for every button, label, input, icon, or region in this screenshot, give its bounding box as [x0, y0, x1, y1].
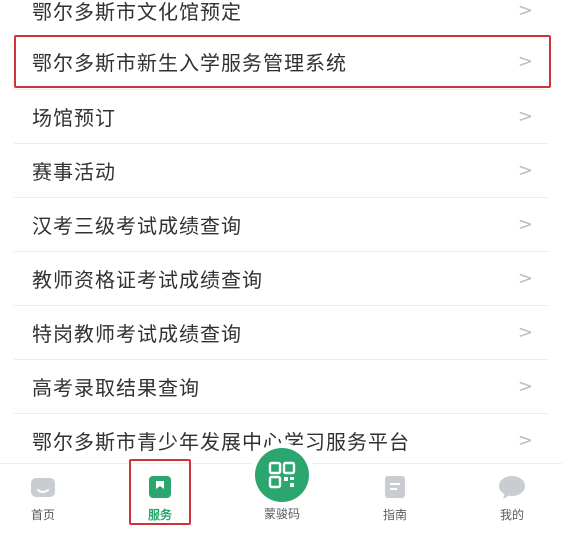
- list-item[interactable]: 教师资格证考试成绩查询 >: [14, 252, 551, 305]
- chevron-right-icon: >: [517, 430, 533, 451]
- chevron-right-icon: >: [517, 322, 533, 343]
- qrcode-button[interactable]: [250, 443, 314, 507]
- list-item[interactable]: 汉考三级考试成绩查询 >: [14, 198, 551, 251]
- chat-bubble-icon: [497, 474, 527, 500]
- tab-service[interactable]: 服务: [120, 464, 200, 533]
- list-item-label: 鄂尔多斯市文化馆预定: [32, 0, 242, 24]
- chevron-right-icon: >: [517, 0, 533, 21]
- list-item-label: 教师资格证考试成绩查询: [32, 268, 263, 292]
- chevron-right-icon: >: [517, 376, 533, 397]
- list-item[interactable]: 鄂尔多斯市文化馆预定 >: [14, 0, 551, 37]
- list-item-label: 特岗教师考试成绩查询: [32, 322, 242, 346]
- list-item-label: 汉考三级考试成绩查询: [32, 214, 242, 238]
- list-item[interactable]: 赛事活动 >: [14, 144, 551, 197]
- tab-mine[interactable]: 我的: [472, 464, 552, 533]
- list-item[interactable]: 场馆预订 >: [14, 90, 551, 143]
- tab-service-label: 服务: [147, 508, 172, 522]
- chevron-right-icon: >: [517, 106, 533, 127]
- list-item-label: 鄂尔多斯市青少年发展中心学习服务平台: [32, 430, 410, 454]
- chevron-right-icon: >: [517, 51, 533, 72]
- tab-home[interactable]: 首页: [3, 464, 83, 533]
- tab-mine-label: 我的: [499, 508, 524, 522]
- tab-guide-label: 指南: [382, 508, 407, 522]
- tab-guide[interactable]: 指南: [355, 464, 435, 533]
- list-item-new-student-enrollment[interactable]: 鄂尔多斯市新生入学服务管理系统 >: [14, 35, 551, 88]
- qrcode-label: 蒙骏码: [263, 507, 300, 521]
- tab-home-label: 首页: [30, 508, 55, 522]
- chevron-right-icon: >: [517, 160, 533, 181]
- list-item-label: 鄂尔多斯市新生入学服务管理系统: [32, 51, 347, 75]
- list-item[interactable]: 特岗教师考试成绩查询 >: [14, 306, 551, 359]
- list-item[interactable]: 高考录取结果查询 >: [14, 360, 551, 413]
- chevron-right-icon: >: [517, 214, 533, 235]
- list-item-label: 场馆预订: [32, 106, 116, 130]
- list-item-label: 高考录取结果查询: [32, 376, 200, 400]
- list-item-label: 赛事活动: [32, 160, 116, 184]
- home-icon: [28, 474, 58, 500]
- qrcode-icon: [255, 448, 309, 502]
- document-icon: [380, 474, 410, 500]
- chevron-right-icon: >: [517, 268, 533, 289]
- bookmark-icon: [145, 474, 175, 500]
- service-list: 鄂尔多斯市文化馆预定 > 鄂尔多斯市新生入学服务管理系统 > 场馆预订 > 赛事…: [0, 0, 562, 463]
